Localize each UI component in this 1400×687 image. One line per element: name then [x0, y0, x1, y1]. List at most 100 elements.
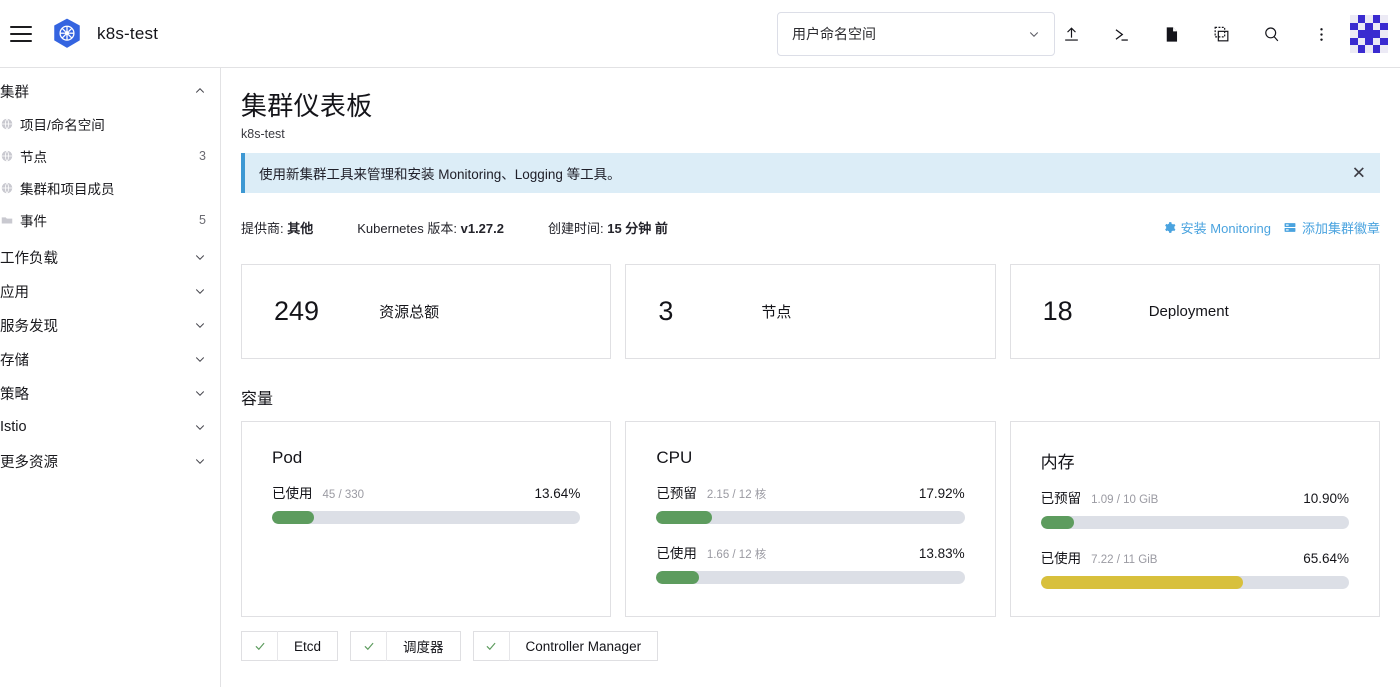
add-cluster-badge-label: 添加集群徽章 — [1301, 220, 1380, 236]
sidebar-item-cluster-project-members[interactable]: 集群和项目成员 — [0, 172, 220, 204]
bar-detail: 7.22 / 11 GiB — [1091, 554, 1158, 566]
sidebar-group-cluster[interactable]: 集群 — [0, 74, 220, 108]
terminal-icon[interactable] — [1096, 0, 1146, 68]
capacity-card-memory: 内存 已预留 1.09 / 10 GiB 10.90% 已使用 7.22 / 1… — [1009, 421, 1380, 617]
globe-icon — [1, 150, 13, 162]
progress-track — [656, 571, 965, 584]
stat-label: Deployment — [1148, 303, 1229, 320]
chevron-down-icon — [195, 255, 205, 260]
sidebar-group-service-discovery-label: 服务发现 — [0, 318, 58, 335]
page-subtitle: k8s-test — [241, 127, 285, 141]
stat-value: 249 — [274, 296, 320, 326]
file-icon[interactable] — [1146, 0, 1196, 68]
sidebar-item-label: 节点 — [20, 150, 47, 165]
check-icon — [474, 631, 510, 661]
component-chip-scheduler[interactable]: 调度器 — [350, 631, 461, 661]
page-title: 集群仪表板 — [241, 91, 373, 121]
bar-label: 已预留 — [1040, 491, 1082, 506]
sidebar-item-nodes[interactable]: 节点 3 — [0, 140, 220, 172]
component-name: 调度器 — [403, 640, 444, 655]
chevron-down-icon — [195, 391, 205, 396]
folder-icon — [1, 217, 13, 224]
progress-fill — [1040, 576, 1244, 589]
bar-detail: 2.15 / 12 核 — [706, 489, 767, 501]
sidebar-group-more-resources[interactable]: 更多资源 — [0, 444, 220, 478]
progress-fill — [656, 571, 699, 584]
globe-icon — [1, 118, 13, 130]
check-icon — [242, 631, 278, 661]
hamburger-menu-icon[interactable] — [10, 25, 32, 42]
bar-label: 已预留 — [656, 486, 697, 501]
install-monitoring-label: 安装 Monitoring — [1180, 220, 1271, 236]
sidebar-item-count: 3 — [199, 149, 206, 163]
sidebar-group-more-resources-label: 更多资源 — [0, 454, 58, 471]
meta-created-label: 创建时间: — [547, 220, 604, 236]
main-content: 集群仪表板 k8s-test 使用新集群工具来管理和安装 Monitoring、… — [221, 68, 1400, 687]
meta-provider-label: 提供商: — [241, 220, 284, 236]
sidebar-group-workloads-label: 工作负载 — [0, 250, 58, 267]
capacity-card-title: 内存 — [1040, 453, 1075, 472]
user-avatar[interactable] — [1350, 15, 1388, 53]
globe-icon — [1, 182, 13, 194]
stat-value: 3 — [658, 296, 674, 326]
progress-track — [1040, 516, 1349, 529]
sidebar-item-count: 5 — [199, 213, 206, 227]
component-chip-etcd[interactable]: Etcd — [241, 631, 339, 661]
kubectl-shell-icon[interactable] — [1196, 0, 1246, 68]
sidebar-group-service-discovery[interactable]: 服务发现 — [0, 308, 220, 342]
check-icon — [351, 631, 388, 661]
bar-label: 已使用 — [272, 486, 313, 501]
cluster-meta-row: 提供商: 其他 Kubernetes 版本: v1.27.2 创建时间: 15 … — [241, 212, 1380, 242]
sidebar: 集群 项目/命名空间 节点 3 集群和项目成员 事件 5 工作负载 应用 服务发… — [0, 68, 221, 687]
chevron-down-icon — [195, 357, 205, 362]
sidebar-item-events[interactable]: 事件 5 — [0, 204, 220, 236]
component-name: Etcd — [294, 638, 322, 654]
meta-created: 创建时间: 15 分钟 前 — [548, 218, 668, 237]
toolbar — [1046, 0, 1392, 68]
meta-created-value: 15 分钟 前 — [607, 220, 668, 236]
info-banner-text: 使用新集群工具来管理和安装 Monitoring、Logging 等工具。 — [259, 167, 621, 182]
bar-detail: 45 / 330 — [322, 489, 365, 501]
sidebar-group-policy[interactable]: 策略 — [0, 376, 220, 410]
sidebar-group-workloads[interactable]: 工作负载 — [0, 240, 220, 274]
component-name: Controller Manager — [525, 638, 642, 654]
bar-detail: 1.09 / 10 GiB — [1091, 494, 1159, 506]
gear-icon — [1164, 221, 1176, 233]
stat-card-total-resources[interactable]: 249 资源总额 — [241, 264, 612, 359]
upload-icon[interactable] — [1046, 0, 1096, 68]
sidebar-group-storage[interactable]: 存储 — [0, 342, 220, 376]
kubernetes-logo-icon — [54, 18, 80, 48]
sidebar-group-apps[interactable]: 应用 — [0, 274, 220, 308]
capacity-heading: 容量 — [241, 391, 274, 408]
meta-k8s-version-label: Kubernetes 版本: — [357, 220, 457, 236]
sidebar-group-istio-label: Istio — [0, 419, 27, 435]
capacity-card-pod: Pod 已使用 45 / 330 13.64% — [241, 421, 612, 617]
stat-card-nodes[interactable]: 3 节点 — [625, 264, 996, 359]
chevron-down-icon — [195, 289, 205, 294]
component-chip-controller-manager[interactable]: Controller Manager — [472, 631, 659, 661]
chevron-down-icon — [195, 425, 205, 430]
close-icon[interactable]: ✕ — [1352, 165, 1366, 182]
install-monitoring-link[interactable]: 安装 Monitoring — [1163, 218, 1271, 237]
bar-percent: 10.90% — [1303, 491, 1349, 506]
capacity-cards: Pod 已使用 45 / 330 13.64% CPU 已预留 2.15 / 1… — [241, 421, 1380, 617]
progress-track — [272, 511, 581, 524]
search-icon[interactable] — [1246, 0, 1296, 68]
bar-label: 已使用 — [1040, 551, 1082, 566]
capacity-bar-cpu-used: 已使用 1.66 / 12 核 13.83% — [656, 542, 965, 584]
bar-detail: 1.66 / 12 核 — [706, 549, 767, 561]
meta-provider-value: 其他 — [287, 220, 314, 236]
kebab-menu-icon[interactable] — [1296, 0, 1346, 68]
chevron-down-icon — [195, 459, 205, 464]
add-cluster-badge-link[interactable]: 添加集群徽章 — [1283, 218, 1380, 237]
badge-icon — [1284, 222, 1296, 232]
capacity-card-cpu: CPU 已预留 2.15 / 12 核 17.92% 已使用 1.66 / 12… — [625, 421, 996, 617]
stat-card-deployments[interactable]: 18 Deployment — [1009, 264, 1380, 359]
sidebar-group-istio[interactable]: Istio — [0, 410, 220, 444]
chevron-up-icon — [195, 88, 205, 93]
namespace-selector[interactable]: 用户命名空间 — [777, 12, 1055, 56]
sidebar-item-label: 项目/命名空间 — [20, 118, 105, 133]
bar-label: 已使用 — [656, 546, 697, 561]
sidebar-item-projects-namespaces[interactable]: 项目/命名空间 — [0, 108, 220, 140]
namespace-selector-value: 用户命名空间 — [792, 26, 876, 42]
